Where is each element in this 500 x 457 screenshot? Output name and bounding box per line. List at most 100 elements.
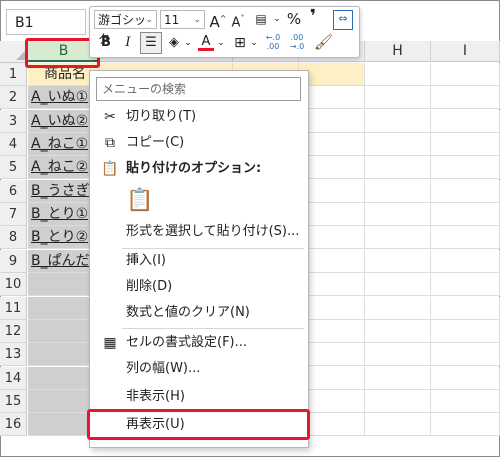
row-header[interactable]: 10	[0, 273, 27, 297]
select-all-triangle-icon	[16, 51, 25, 60]
cell[interactable]	[365, 133, 431, 157]
cell[interactable]	[365, 296, 431, 320]
cell[interactable]	[431, 86, 500, 110]
cell[interactable]	[365, 179, 431, 203]
cell[interactable]	[365, 156, 431, 180]
cell[interactable]	[365, 319, 431, 343]
cell[interactable]	[431, 203, 500, 227]
cell[interactable]	[431, 273, 500, 297]
cell[interactable]	[431, 179, 500, 203]
comma-style-button[interactable]: ❜	[305, 7, 321, 27]
cell[interactable]	[365, 226, 431, 250]
cell[interactable]	[431, 366, 500, 390]
cell[interactable]	[365, 109, 431, 133]
format-painter-icon[interactable]: 🖌	[314, 32, 333, 52]
menu-item-paste-options-header: 📋 貼り付けのオプション:	[90, 156, 308, 182]
increase-decimal-icon[interactable]: ←.0.00	[262, 33, 284, 51]
clipboard-icon: 📋	[126, 188, 154, 213]
cell[interactable]	[365, 389, 431, 413]
context-menu: メニューの検索 ✂ 切り取り(T) ⧉ コピー(C) 📋 貼り付けのオプション:…	[89, 70, 309, 448]
row-header[interactable]: 16	[0, 413, 27, 437]
cell[interactable]	[365, 343, 431, 367]
align-center-button[interactable]: ☰	[140, 32, 162, 54]
row-header[interactable]: 12	[0, 319, 27, 343]
cell[interactable]	[431, 319, 500, 343]
cell[interactable]	[431, 249, 500, 273]
number-format-icon[interactable]: ▤	[250, 9, 272, 29]
decrease-decimal-icon[interactable]: .00 →.0	[286, 33, 308, 51]
paste-icon: 📋	[101, 161, 119, 177]
cell[interactable]	[365, 366, 431, 390]
cell[interactable]	[431, 156, 500, 180]
menu-item-format-cells[interactable]: ▦ セルの書式設定(F)...	[90, 330, 308, 356]
font-size-dropdown[interactable]: 11 ⌄	[160, 10, 205, 29]
chevron-down-icon[interactable]: ⌄	[249, 33, 259, 53]
cell[interactable]	[365, 63, 431, 86]
cell[interactable]	[431, 413, 500, 437]
row-header[interactable]: 11	[0, 296, 27, 320]
font-color-button[interactable]: A	[198, 32, 214, 51]
cell[interactable]	[365, 273, 431, 297]
chevron-down-icon[interactable]: ⌄	[183, 33, 193, 53]
menu-item-label: セルの書式設定(F)...	[126, 335, 248, 350]
chevron-down-icon: ⌄	[145, 15, 153, 25]
fill-color-icon[interactable]: ◈	[165, 33, 183, 53]
cell[interactable]	[431, 343, 500, 367]
cell[interactable]	[431, 63, 500, 86]
row-header[interactable]: 8	[0, 226, 27, 250]
cell[interactable]	[431, 133, 500, 157]
cell[interactable]	[365, 249, 431, 273]
row-header[interactable]: 5	[0, 156, 27, 180]
cell[interactable]	[365, 413, 431, 437]
increase-font-size-button[interactable]: A^	[209, 9, 227, 32]
chevron-down-icon[interactable]: ⌄	[272, 9, 282, 29]
mini-toolbar: 游ゴシック ⌄ 11 ⌄ A^ A˅ ▤ ⌄ % ❜ ⇔ B I ☰ ◈ ⌄ A ⌄…	[89, 6, 360, 58]
menu-item-label: 非表示(H)	[126, 389, 185, 404]
menu-item-insert[interactable]: 挿入(I)	[90, 248, 308, 274]
paste-option-button[interactable]: 📋	[90, 185, 308, 217]
cell[interactable]	[431, 226, 500, 250]
menu-search-input[interactable]: メニューの検索	[96, 77, 301, 101]
wrap-text-icon[interactable]: ⇔	[333, 10, 353, 30]
cell[interactable]	[365, 203, 431, 227]
select-all-corner[interactable]	[0, 41, 28, 63]
row-header[interactable]: 15	[0, 389, 27, 413]
cell[interactable]	[431, 296, 500, 320]
cell[interactable]	[431, 389, 500, 413]
row-header[interactable]: 9	[0, 249, 27, 273]
menu-item-label: 切り取り(T)	[126, 109, 197, 124]
menu-item-clear-contents[interactable]: 数式と値のクリア(N)	[90, 300, 308, 326]
menu-item-label: 形式を選択して貼り付け(S)...	[126, 224, 300, 239]
italic-button[interactable]: I	[120, 33, 136, 53]
menu-separator	[122, 328, 304, 329]
menu-item-delete[interactable]: 削除(D)	[90, 274, 308, 300]
scissors-icon: ✂	[104, 109, 116, 125]
menu-item-label: 挿入(I)	[126, 253, 166, 268]
row-header[interactable]: 4	[0, 133, 27, 157]
menu-item-paste-special[interactable]: 形式を選択して貼り付け(S)...	[90, 219, 308, 245]
bold-button[interactable]: B	[98, 33, 114, 53]
name-box[interactable]: B1	[6, 9, 86, 35]
row-header[interactable]: 1	[0, 63, 27, 86]
menu-item-label: 列の幅(W)...	[126, 361, 201, 376]
borders-icon[interactable]: ⊞	[231, 33, 249, 53]
menu-item-column-width[interactable]: 列の幅(W)...	[90, 356, 308, 382]
cell[interactable]	[431, 109, 500, 133]
row-header[interactable]: 13	[0, 343, 27, 367]
row-header[interactable]: 7	[0, 203, 27, 227]
row-header[interactable]: 3	[0, 109, 27, 133]
percent-style-button[interactable]: %	[285, 9, 303, 29]
row-header[interactable]: 6	[0, 179, 27, 203]
menu-item-cut[interactable]: ✂ 切り取り(T)	[90, 104, 308, 130]
decrease-font-size-button[interactable]: A˅	[229, 9, 247, 33]
column-header-i[interactable]: I	[431, 41, 500, 62]
font-name-dropdown[interactable]: 游ゴシック ⌄	[94, 10, 157, 46]
menu-item-hide[interactable]: 非表示(H)	[90, 384, 308, 410]
row-header[interactable]: 14	[0, 366, 27, 390]
column-header-h[interactable]: H	[365, 41, 431, 62]
row-header[interactable]: 2	[0, 86, 27, 110]
chevron-down-icon[interactable]: ⌄	[216, 33, 226, 53]
menu-item-copy[interactable]: ⧉ コピー(C)	[90, 130, 308, 156]
menu-item-label: 数式と値のクリア(N)	[126, 305, 250, 320]
cell[interactable]	[365, 86, 431, 110]
